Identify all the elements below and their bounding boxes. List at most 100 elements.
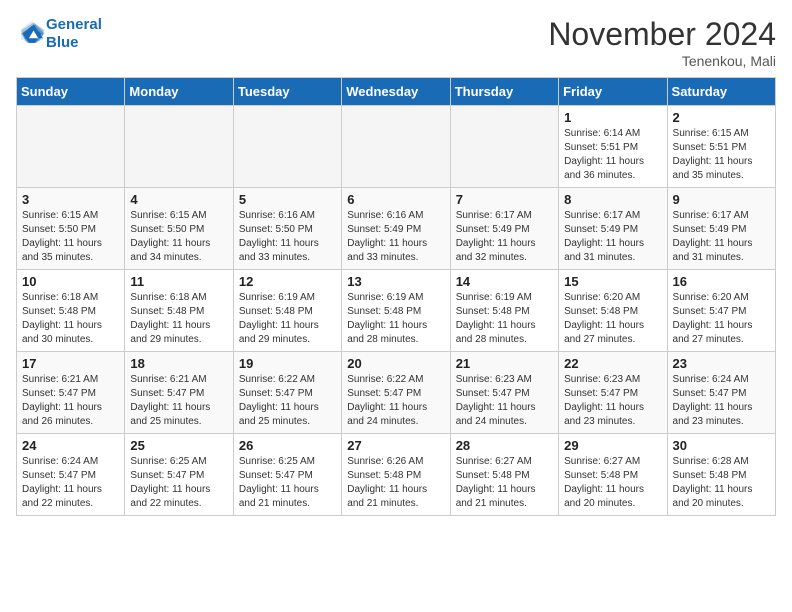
day-info: Sunrise: 6:22 AM Sunset: 5:47 PM Dayligh… [239, 373, 336, 429]
day-info: Sunrise: 6:19 AM Sunset: 5:48 PM Dayligh… [347, 291, 444, 347]
table-row [233, 106, 341, 188]
table-row: 6Sunrise: 6:16 AM Sunset: 5:49 PM Daylig… [342, 188, 450, 270]
day-number: 11 [130, 274, 227, 289]
table-row: 8Sunrise: 6:17 AM Sunset: 5:49 PM Daylig… [559, 188, 667, 270]
table-row: 23 Sunrise: 6:24 AM Sunset: 5:47 PM Dayli… [667, 352, 775, 434]
day-info: Sunrise: 6:25 AM Sunset: 5:47 PM Dayligh… [239, 455, 336, 511]
col-wednesday: Wednesday [342, 78, 450, 106]
day-info: Sunrise: 6:26 AM Sunset: 5:48 PM Dayligh… [347, 455, 444, 511]
day-number: 24 [22, 438, 119, 453]
day-number: 22 [564, 356, 661, 371]
table-row [342, 106, 450, 188]
table-row: 12Sunrise: 6:19 AM Sunset: 5:48 PM Dayli… [233, 270, 341, 352]
table-row: 15 Sunrise: 6:20 AM Sunset: 5:48 PM Dayli… [559, 270, 667, 352]
day-number: 15 [564, 274, 661, 289]
day-number: 18 [130, 356, 227, 371]
day-number: 6 [347, 192, 444, 207]
day-info: Sunrise: 6:25 AM Sunset: 5:47 PM Dayligh… [130, 455, 227, 511]
day-info: Sunrise: 6:18 AM Sunset: 5:48 PM Dayligh… [22, 291, 119, 347]
day-info: Sunrise: 6:24 AM Sunset: 5:47 PM Dayligh… [22, 455, 119, 511]
day-number: 21 [456, 356, 553, 371]
table-row: 27 Sunrise: 6:26 AM Sunset: 5:48 PM Dayli… [342, 434, 450, 516]
table-row: 10 Sunrise: 6:18 AM Sunset: 5:48 PM Dayli… [17, 270, 125, 352]
table-row: 24 Sunrise: 6:24 AM Sunset: 5:47 PM Dayli… [17, 434, 125, 516]
day-number: 10 [22, 274, 119, 289]
calendar-week-row: 10 Sunrise: 6:18 AM Sunset: 5:48 PM Dayli… [17, 270, 776, 352]
day-info: Sunrise: 6:23 AM Sunset: 5:47 PM Dayligh… [564, 373, 661, 429]
calendar-header-row: Sunday Monday Tuesday Wednesday Thursday… [17, 78, 776, 106]
calendar-table: Sunday Monday Tuesday Wednesday Thursday… [16, 77, 776, 516]
calendar-week-row: 1Sunrise: 6:14 AM Sunset: 5:51 PM Daylig… [17, 106, 776, 188]
day-info: Sunrise: 6:20 AM Sunset: 5:48 PM Dayligh… [564, 291, 661, 347]
table-row [450, 106, 558, 188]
day-number: 26 [239, 438, 336, 453]
day-number: 5 [239, 192, 336, 207]
col-thursday: Thursday [450, 78, 558, 106]
table-row: 14Sunrise: 6:19 AM Sunset: 5:48 PM Dayli… [450, 270, 558, 352]
calendar-week-row: 17 Sunrise: 6:21 AM Sunset: 5:47 PM Dayli… [17, 352, 776, 434]
day-info: Sunrise: 6:18 AM Sunset: 5:48 PM Dayligh… [130, 291, 227, 347]
table-row: 18 Sunrise: 6:21 AM Sunset: 5:47 PM Dayli… [125, 352, 233, 434]
day-number: 13 [347, 274, 444, 289]
logo: General Blue [16, 16, 102, 52]
month-title: November 2024 [548, 16, 776, 53]
day-info: Sunrise: 6:22 AM Sunset: 5:47 PM Dayligh… [347, 373, 444, 429]
col-saturday: Saturday [667, 78, 775, 106]
day-number: 3 [22, 192, 119, 207]
table-row: 9Sunrise: 6:17 AM Sunset: 5:49 PM Daylig… [667, 188, 775, 270]
day-info: Sunrise: 6:28 AM Sunset: 5:48 PM Dayligh… [673, 455, 770, 511]
table-row [125, 106, 233, 188]
day-info: Sunrise: 6:27 AM Sunset: 5:48 PM Dayligh… [456, 455, 553, 511]
day-info: Sunrise: 6:21 AM Sunset: 5:47 PM Dayligh… [130, 373, 227, 429]
day-info: Sunrise: 6:17 AM Sunset: 5:49 PM Dayligh… [564, 209, 661, 265]
day-number: 1 [564, 110, 661, 125]
day-info: Sunrise: 6:24 AM Sunset: 5:47 PM Dayligh… [673, 373, 770, 429]
calendar-week-row: 24 Sunrise: 6:24 AM Sunset: 5:47 PM Dayli… [17, 434, 776, 516]
table-row: 22 Sunrise: 6:23 AM Sunset: 5:47 PM Dayli… [559, 352, 667, 434]
table-row: 19 Sunrise: 6:22 AM Sunset: 5:47 PM Dayli… [233, 352, 341, 434]
table-row: 4 Sunrise: 6:15 AM Sunset: 5:50 PM Daylig… [125, 188, 233, 270]
day-number: 29 [564, 438, 661, 453]
day-info: Sunrise: 6:16 AM Sunset: 5:50 PM Dayligh… [239, 209, 336, 265]
calendar-week-row: 3 Sunrise: 6:15 AM Sunset: 5:50 PM Daylig… [17, 188, 776, 270]
table-row: 17 Sunrise: 6:21 AM Sunset: 5:47 PM Dayli… [17, 352, 125, 434]
day-info: Sunrise: 6:15 AM Sunset: 5:50 PM Dayligh… [22, 209, 119, 265]
col-tuesday: Tuesday [233, 78, 341, 106]
day-info: Sunrise: 6:15 AM Sunset: 5:50 PM Dayligh… [130, 209, 227, 265]
col-friday: Friday [559, 78, 667, 106]
day-number: 23 [673, 356, 770, 371]
day-number: 17 [22, 356, 119, 371]
table-row: 1Sunrise: 6:14 AM Sunset: 5:51 PM Daylig… [559, 106, 667, 188]
table-row: 29Sunrise: 6:27 AM Sunset: 5:48 PM Dayli… [559, 434, 667, 516]
day-info: Sunrise: 6:17 AM Sunset: 5:49 PM Dayligh… [456, 209, 553, 265]
logo-text: General Blue [46, 16, 102, 52]
table-row: 2Sunrise: 6:15 AM Sunset: 5:51 PM Daylig… [667, 106, 775, 188]
day-number: 27 [347, 438, 444, 453]
table-row: 13 Sunrise: 6:19 AM Sunset: 5:48 PM Dayli… [342, 270, 450, 352]
day-number: 16 [673, 274, 770, 289]
col-monday: Monday [125, 78, 233, 106]
day-number: 9 [673, 192, 770, 207]
table-row: 5 Sunrise: 6:16 AM Sunset: 5:50 PM Daylig… [233, 188, 341, 270]
table-row: 30 Sunrise: 6:28 AM Sunset: 5:48 PM Dayli… [667, 434, 775, 516]
day-info: Sunrise: 6:19 AM Sunset: 5:48 PM Dayligh… [239, 291, 336, 347]
table-row: 21 Sunrise: 6:23 AM Sunset: 5:47 PM Dayli… [450, 352, 558, 434]
col-sunday: Sunday [17, 78, 125, 106]
table-row: 16 Sunrise: 6:20 AM Sunset: 5:47 PM Dayli… [667, 270, 775, 352]
day-number: 28 [456, 438, 553, 453]
day-info: Sunrise: 6:21 AM Sunset: 5:47 PM Dayligh… [22, 373, 119, 429]
table-row: 26 Sunrise: 6:25 AM Sunset: 5:47 PM Dayli… [233, 434, 341, 516]
day-number: 19 [239, 356, 336, 371]
day-number: 14 [456, 274, 553, 289]
day-number: 4 [130, 192, 227, 207]
title-area: November 2024 Tenenkou, Mali [548, 16, 776, 69]
day-info: Sunrise: 6:23 AM Sunset: 5:47 PM Dayligh… [456, 373, 553, 429]
table-row: 7 Sunrise: 6:17 AM Sunset: 5:49 PM Daylig… [450, 188, 558, 270]
table-row [17, 106, 125, 188]
day-number: 30 [673, 438, 770, 453]
table-row: 25Sunrise: 6:25 AM Sunset: 5:47 PM Dayli… [125, 434, 233, 516]
day-number: 7 [456, 192, 553, 207]
day-info: Sunrise: 6:20 AM Sunset: 5:47 PM Dayligh… [673, 291, 770, 347]
table-row: 20Sunrise: 6:22 AM Sunset: 5:47 PM Dayli… [342, 352, 450, 434]
day-number: 2 [673, 110, 770, 125]
